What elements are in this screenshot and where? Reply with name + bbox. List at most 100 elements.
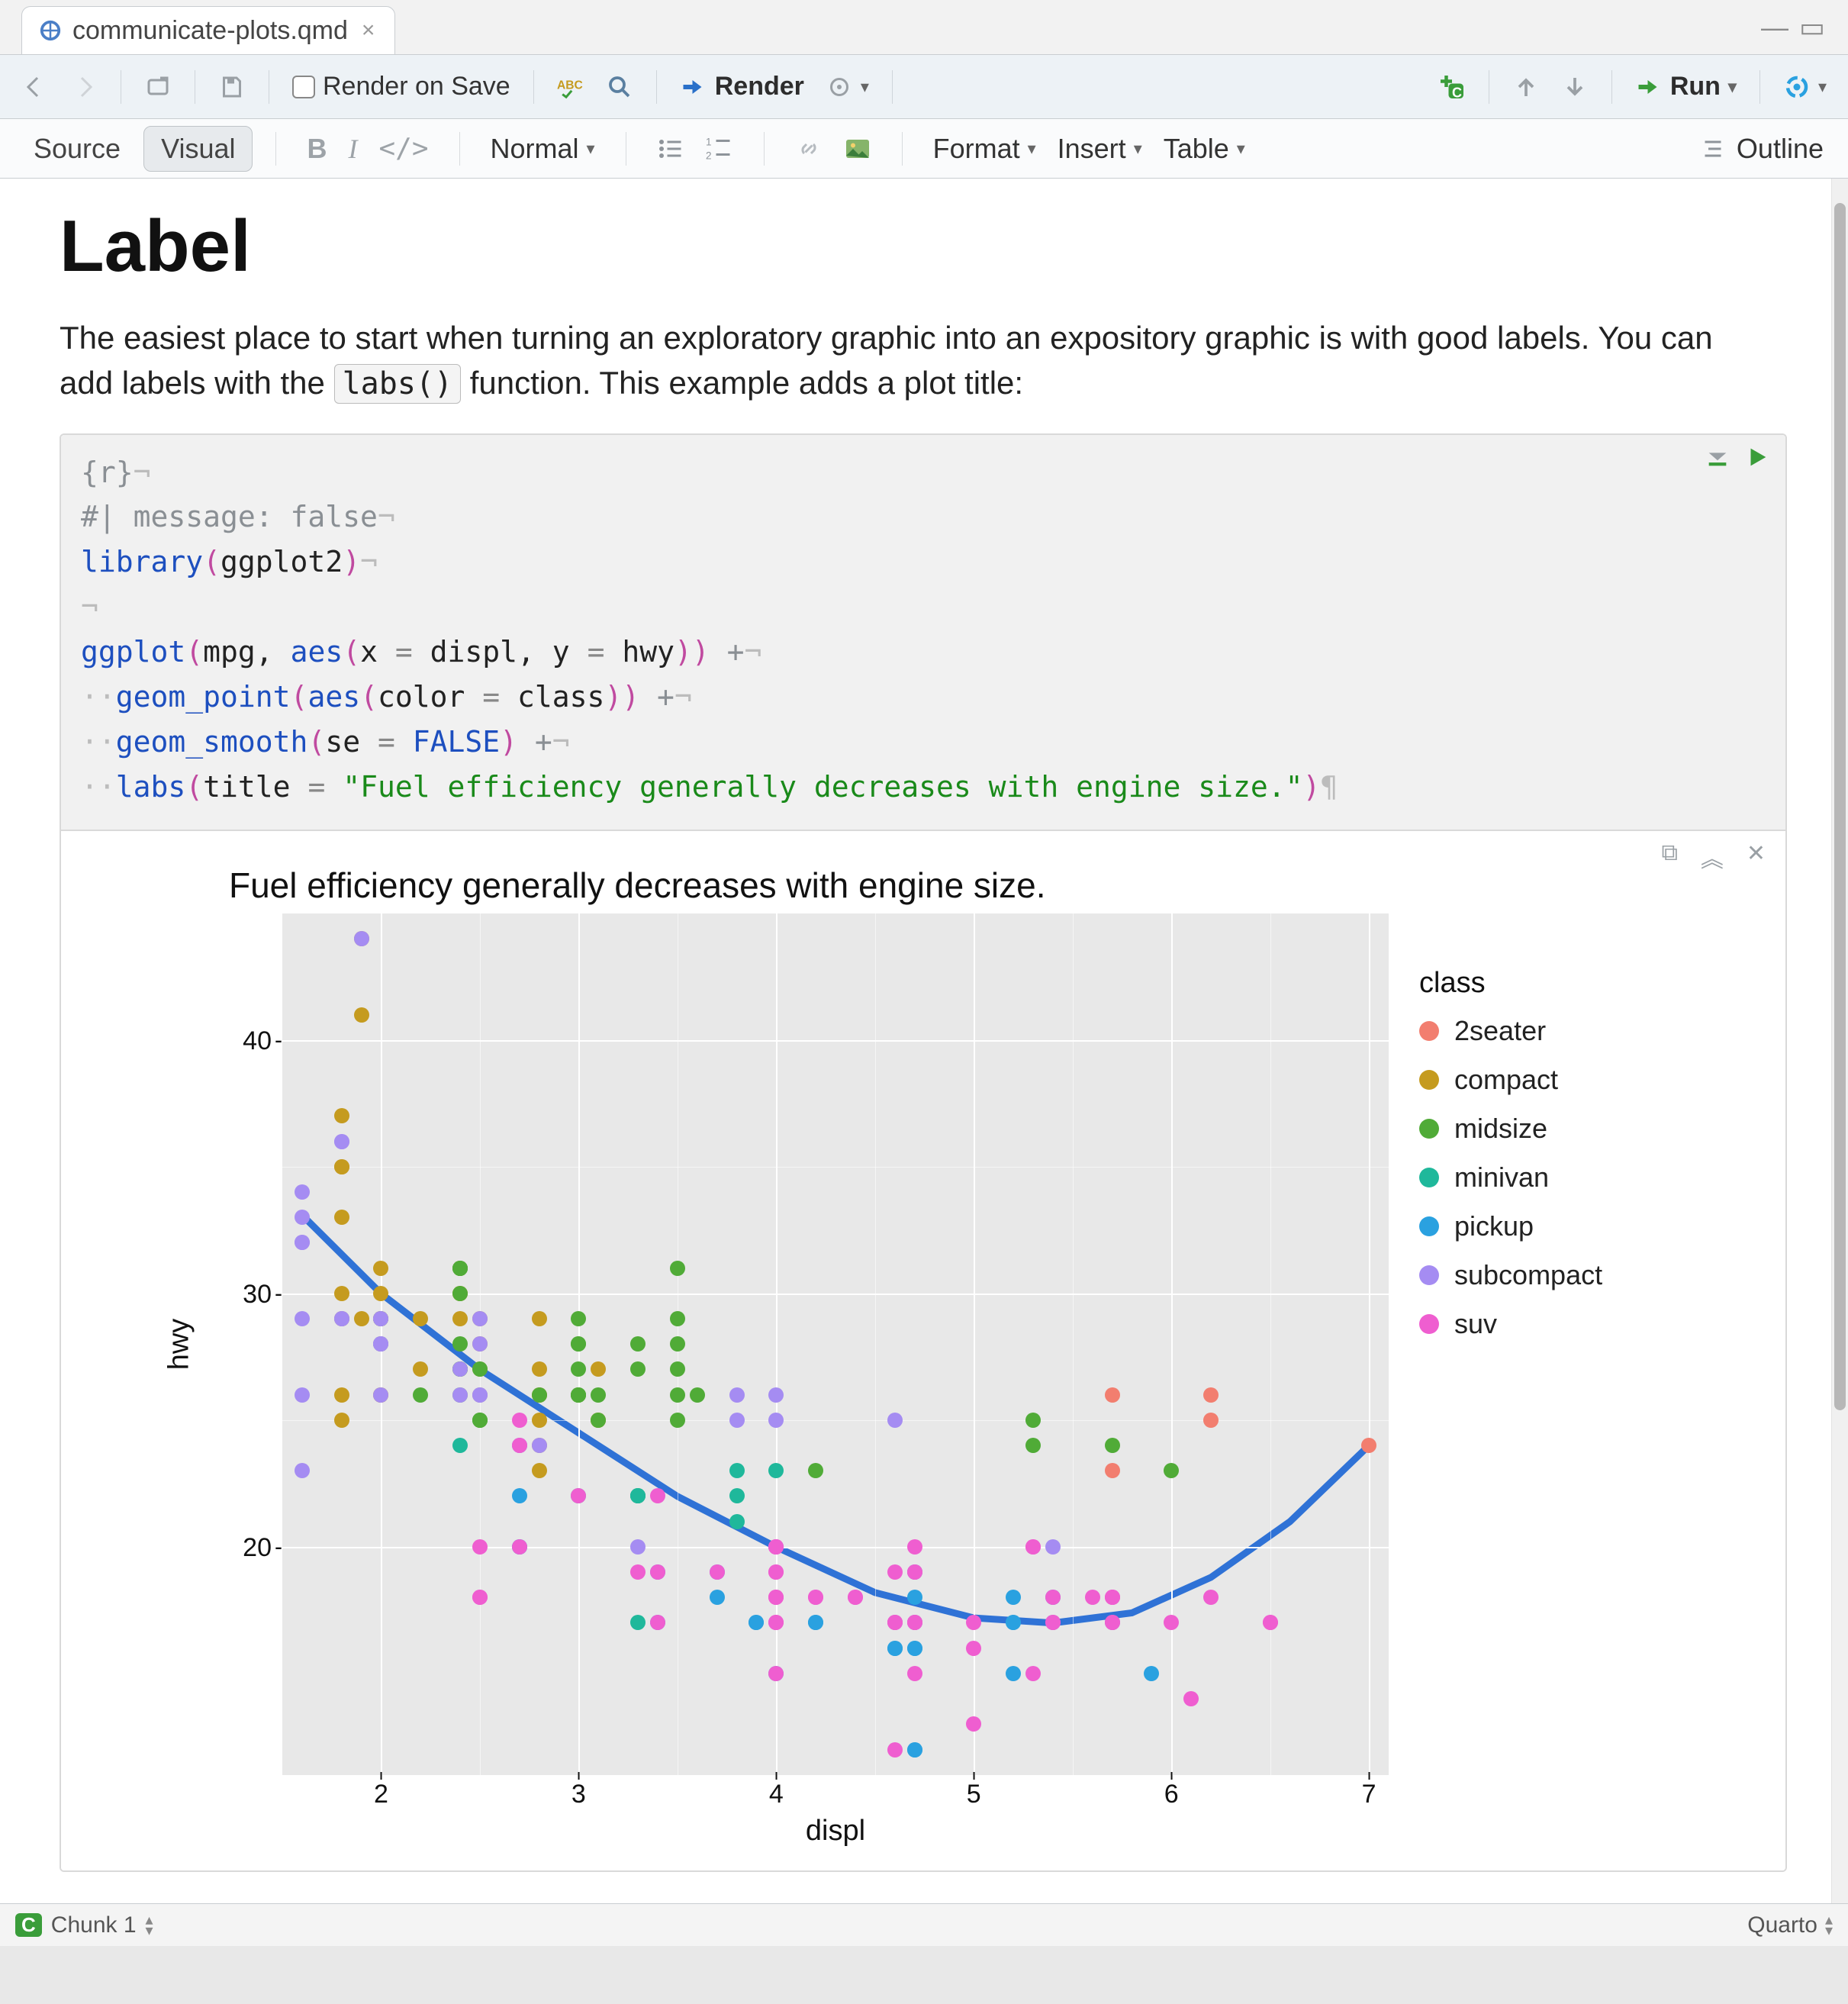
legend-title: class bbox=[1419, 967, 1709, 1000]
legend-label: suv bbox=[1454, 1308, 1497, 1340]
data-point bbox=[295, 1210, 310, 1225]
run-above-icon[interactable] bbox=[1705, 444, 1730, 470]
open-in-window-button[interactable] bbox=[137, 69, 179, 105]
collapse-output-icon[interactable]: ︽ bbox=[1701, 840, 1724, 874]
inline-code: labs() bbox=[334, 364, 462, 404]
data-point bbox=[1045, 1590, 1061, 1605]
render-options-button[interactable]: ▾ bbox=[818, 69, 877, 105]
data-point bbox=[1183, 1691, 1199, 1706]
legend-item: compact bbox=[1419, 1064, 1709, 1096]
data-point bbox=[334, 1286, 349, 1301]
data-point bbox=[532, 1311, 547, 1326]
go-next-chunk-button[interactable] bbox=[1553, 69, 1596, 105]
svg-text:1: 1 bbox=[706, 136, 712, 147]
data-point bbox=[768, 1463, 784, 1478]
image-button[interactable] bbox=[836, 130, 879, 167]
render-on-save-toggle[interactable]: Render on Save bbox=[285, 67, 518, 106]
format-menu[interactable]: Format ▾ bbox=[926, 128, 1044, 169]
file-tab[interactable]: communicate-plots.qmd × bbox=[21, 6, 395, 54]
data-point bbox=[354, 931, 369, 946]
data-point bbox=[452, 1286, 468, 1301]
link-button[interactable] bbox=[787, 130, 830, 167]
legend-item: pickup bbox=[1419, 1210, 1709, 1242]
data-point bbox=[571, 1336, 586, 1352]
data-point bbox=[768, 1413, 784, 1428]
insert-menu[interactable]: Insert ▾ bbox=[1050, 128, 1150, 169]
scrollbar[interactable] bbox=[1831, 179, 1848, 1903]
nav-back-button[interactable] bbox=[14, 69, 56, 105]
code-format-button[interactable]: </> bbox=[371, 128, 436, 169]
data-point bbox=[452, 1438, 468, 1453]
insert-chunk-button[interactable]: C bbox=[1431, 69, 1473, 105]
data-point bbox=[591, 1361, 606, 1377]
bullet-list-button[interactable] bbox=[649, 130, 692, 167]
code-chunk-source[interactable]: {r}¬ #| message: false¬ library(ggplot2)… bbox=[61, 435, 1785, 830]
data-point bbox=[295, 1463, 310, 1478]
render-button[interactable]: Render bbox=[672, 67, 812, 106]
go-prev-chunk-button[interactable] bbox=[1505, 69, 1547, 105]
visual-mode-button[interactable]: Visual bbox=[143, 126, 253, 172]
outline-button[interactable]: Outline bbox=[1694, 128, 1831, 169]
data-point bbox=[729, 1488, 745, 1503]
legend-swatch bbox=[1419, 1021, 1439, 1041]
code-chunk: {r}¬ #| message: false¬ library(ggplot2)… bbox=[60, 433, 1787, 1872]
block-style-select[interactable]: Normal ▾ bbox=[483, 128, 603, 169]
data-point bbox=[472, 1413, 488, 1428]
code-chunk-output: ⧉ ︽ ✕ Fuel efficiency generally decrease… bbox=[61, 830, 1785, 1870]
legend-label: compact bbox=[1454, 1064, 1558, 1096]
close-tab-icon[interactable]: × bbox=[359, 18, 378, 43]
data-point bbox=[1025, 1666, 1041, 1681]
data-point bbox=[670, 1413, 685, 1428]
data-point bbox=[532, 1387, 547, 1403]
data-point bbox=[907, 1742, 922, 1758]
find-button[interactable] bbox=[598, 69, 641, 105]
data-point bbox=[966, 1716, 981, 1732]
data-point bbox=[1105, 1615, 1120, 1630]
run-chunk-icon[interactable] bbox=[1744, 444, 1770, 470]
data-point bbox=[512, 1539, 527, 1555]
clear-output-icon[interactable]: ✕ bbox=[1747, 840, 1766, 874]
bold-button[interactable]: B bbox=[299, 128, 334, 169]
data-point bbox=[887, 1413, 903, 1428]
maximize-pane-icon[interactable]: ▭ bbox=[1799, 11, 1825, 43]
spellcheck-button[interactable]: ABC bbox=[549, 69, 592, 105]
italic-button[interactable]: I bbox=[340, 128, 365, 169]
nav-fwd-button[interactable] bbox=[63, 69, 105, 105]
legend-label: midsize bbox=[1454, 1113, 1547, 1145]
chunk-nav[interactable]: Chunk 1 bbox=[51, 1912, 137, 1938]
chunk-nav-stepper[interactable]: ▴▾ bbox=[146, 1915, 153, 1936]
popout-output-icon[interactable]: ⧉ bbox=[1661, 840, 1677, 874]
table-menu[interactable]: Table ▾ bbox=[1156, 128, 1253, 169]
svg-text:ABC: ABC bbox=[557, 79, 583, 92]
data-point bbox=[630, 1488, 646, 1503]
data-point bbox=[1105, 1463, 1120, 1478]
checkbox-icon bbox=[292, 76, 315, 98]
data-point bbox=[452, 1336, 468, 1352]
data-point bbox=[532, 1463, 547, 1478]
scrollbar-thumb[interactable] bbox=[1834, 203, 1846, 1410]
data-point bbox=[591, 1387, 606, 1403]
run-button[interactable]: Run ▾ bbox=[1627, 67, 1744, 106]
data-point bbox=[472, 1387, 488, 1403]
legend-swatch bbox=[1419, 1070, 1439, 1090]
numbered-list-button[interactable]: 12 bbox=[698, 130, 741, 167]
legend-item: midsize bbox=[1419, 1113, 1709, 1145]
source-mode-button[interactable]: Source bbox=[17, 127, 137, 171]
data-point bbox=[670, 1387, 685, 1403]
save-button[interactable] bbox=[211, 69, 253, 105]
publish-button[interactable]: ▾ bbox=[1776, 69, 1834, 105]
data-point bbox=[749, 1615, 764, 1630]
body-paragraph: The easiest place to start when turning … bbox=[60, 316, 1723, 406]
data-point bbox=[413, 1387, 428, 1403]
data-point bbox=[334, 1108, 349, 1123]
minimize-pane-icon[interactable]: — bbox=[1761, 11, 1788, 43]
data-point bbox=[768, 1615, 784, 1630]
document-editor[interactable]: Label The easiest place to start when tu… bbox=[0, 179, 1831, 1903]
engine-stepper[interactable]: ▴▾ bbox=[1825, 1915, 1833, 1936]
data-point bbox=[373, 1261, 388, 1276]
legend-swatch bbox=[1419, 1119, 1439, 1139]
data-point bbox=[907, 1539, 922, 1555]
data-point bbox=[532, 1438, 547, 1453]
engine-label[interactable]: Quarto bbox=[1747, 1912, 1817, 1938]
x-axis-label: displ bbox=[221, 1810, 1389, 1848]
